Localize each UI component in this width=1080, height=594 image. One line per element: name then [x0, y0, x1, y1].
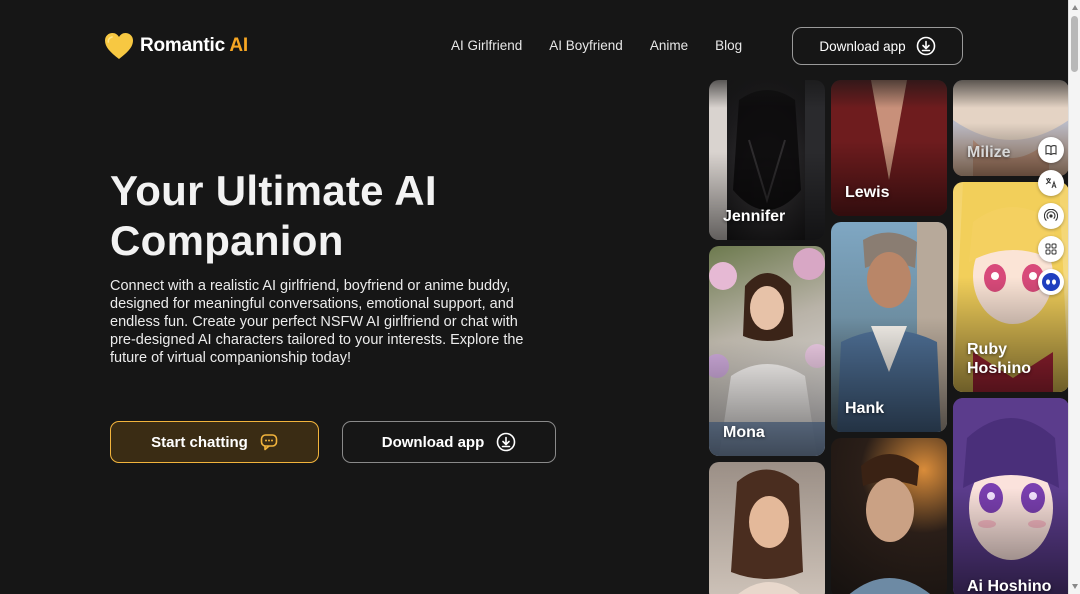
header-download-app-button[interactable]: Download app	[792, 27, 963, 65]
character-portrait	[849, 454, 930, 594]
character-name: Lewis	[845, 184, 890, 201]
scroll-down-arrow-icon[interactable]	[1072, 584, 1078, 589]
character-card-ai-hoshino[interactable]: Ai Hoshino	[953, 398, 1068, 594]
start-chatting-button[interactable]: Start chatting	[110, 421, 319, 463]
main-nav: AI Girlfriend AI Boyfriend Anime Blog	[451, 38, 742, 53]
character-portrait	[731, 469, 803, 594]
landing-page: Romantic AI AI Girlfriend AI Boyfriend A…	[0, 0, 1068, 594]
hero-download-app-button[interactable]: Download app	[342, 421, 556, 463]
download-icon	[496, 432, 516, 452]
nav-anime[interactable]: Anime	[650, 38, 688, 53]
nav-ai-boyfriend[interactable]: AI Boyfriend	[549, 38, 623, 53]
brand-logo[interactable]: Romantic AI	[104, 32, 248, 60]
scrollbar-thumb[interactable]	[1071, 16, 1078, 72]
chat-icon	[260, 434, 278, 451]
character-name: Mona	[723, 424, 765, 441]
gallery-top-fade	[700, 66, 1068, 108]
character-name: Milize	[967, 144, 1011, 161]
brand-name: Romantic AI	[140, 35, 248, 56]
translate-icon[interactable]	[1038, 170, 1064, 196]
character-card-unnamed-man[interactable]	[831, 438, 947, 594]
header-download-label: Download app	[819, 38, 906, 54]
browser-extension-toolbar	[1034, 134, 1068, 296]
character-name: Jennifer	[723, 208, 786, 225]
card-gradient	[709, 152, 825, 240]
character-name: Ruby Hoshino	[967, 341, 1031, 377]
grid-icon[interactable]	[1038, 236, 1064, 262]
nav-ai-girlfriend[interactable]: AI Girlfriend	[451, 38, 522, 53]
hero-title: Your Ultimate AI Companion	[110, 167, 437, 264]
character-card-unnamed-woman[interactable]	[709, 462, 825, 594]
page-scrollbar[interactable]	[1068, 0, 1080, 594]
hero-download-label: Download app	[381, 433, 485, 451]
start-chatting-label: Start chatting	[151, 433, 248, 451]
nav-blog[interactable]: Blog	[715, 38, 742, 53]
book-icon[interactable]	[1038, 137, 1064, 163]
scroll-up-arrow-icon[interactable]	[1072, 5, 1078, 10]
heart-icon	[105, 33, 133, 59]
hero-description: Connect with a realistic AI girlfriend, …	[110, 278, 524, 366]
character-name: Ai Hoshino	[967, 578, 1052, 594]
character-card-mona[interactable]: Mona	[709, 246, 825, 456]
character-name: Hank	[845, 400, 885, 417]
character-card-hank[interactable]: Hank	[831, 222, 947, 432]
card-gradient	[831, 141, 947, 216]
broadcast-icon[interactable]	[1038, 203, 1064, 229]
download-icon	[916, 36, 935, 56]
assistant-icon[interactable]	[1038, 269, 1064, 295]
